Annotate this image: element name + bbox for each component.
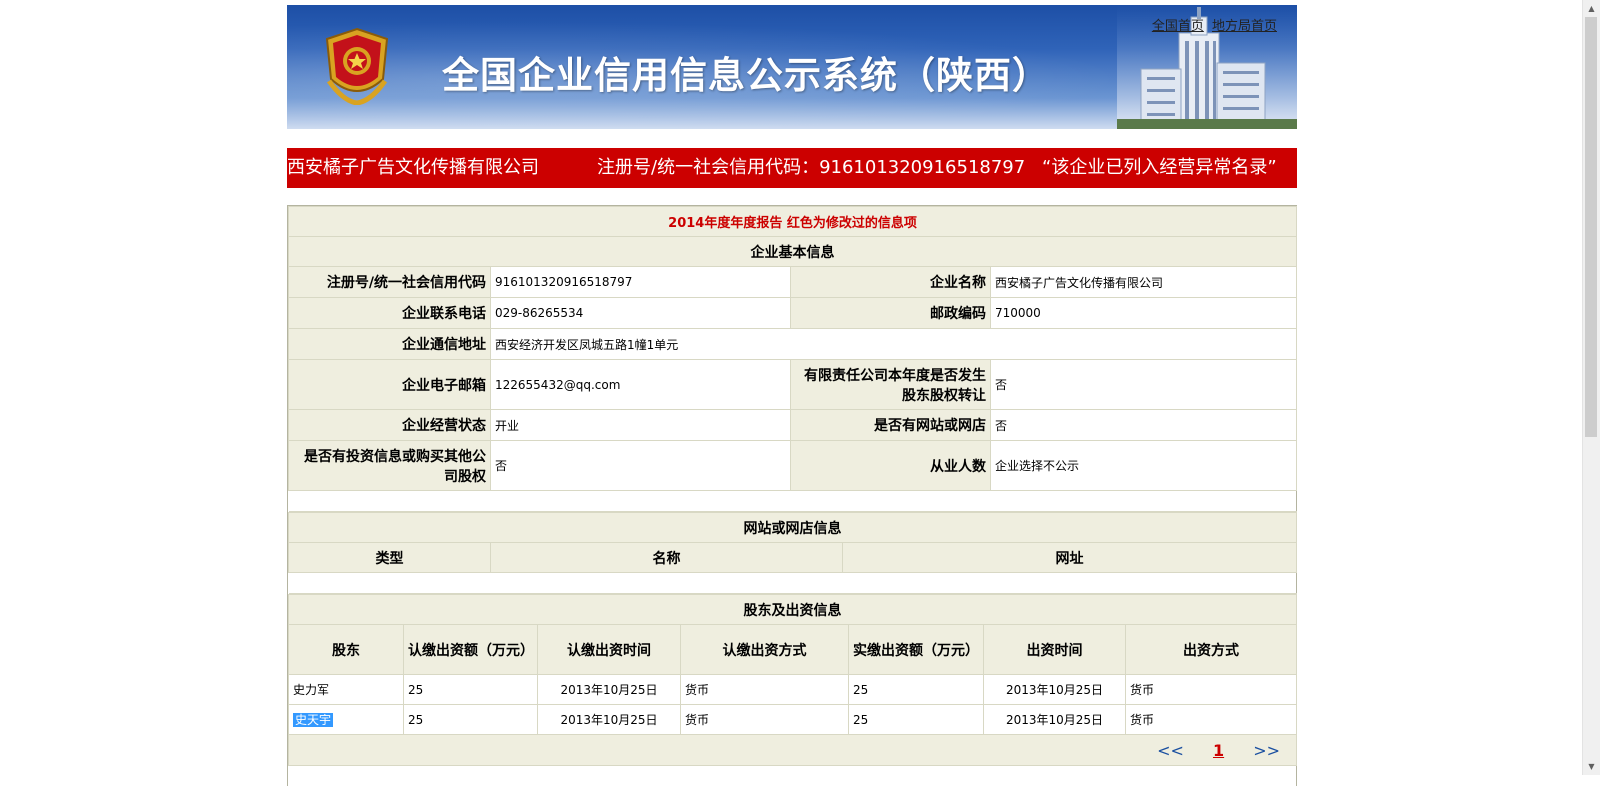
- column-subscribed-date: 认缴出资时间: [537, 624, 681, 675]
- zip-label: 邮政编码: [790, 297, 991, 329]
- table-row: 史力军 25 2013年10月25日 货币 25 2013年10月25日 货币: [288, 674, 1298, 705]
- paid-amount: 25: [848, 674, 984, 705]
- subscribed-amount: 25: [403, 704, 538, 735]
- phone-label: 企业联系电话: [288, 297, 491, 329]
- shareholder-heading: 股东及出资信息: [287, 594, 1298, 625]
- paid-date: 2013年10月25日: [983, 704, 1126, 735]
- annual-report-panel: 2014年度年度报告 红色为修改过的信息项 企业基本信息 注册号/统一社会信用代…: [287, 205, 1298, 786]
- shareholder-table: 股东及出资信息 股东 认缴出资额（万元） 认缴出资时间 认缴出资方式 实缴出资额…: [287, 594, 1298, 766]
- report-title: 2014年度年度报告 红色为修改过的信息项: [287, 206, 1298, 237]
- site-banner: 全国企业信用信息公示系统（陕西） 全国首页 地方局首页: [287, 5, 1297, 129]
- investment-label: 是否有投资信息或购买其他公司股权: [288, 440, 491, 491]
- subscribed-date: 2013年10月25日: [537, 704, 681, 735]
- column-type: 类型: [288, 542, 491, 573]
- paid-method: 货币: [1124, 704, 1298, 735]
- page-wrapper: 全国企业信用信息公示系统（陕西） 全国首页 地方局首页 西安橘子广告文化传播有限…: [287, 5, 1298, 786]
- employees-label: 从业人数: [790, 440, 991, 491]
- column-subscribed-method: 认缴出资方式: [680, 624, 849, 675]
- scrollbar-thumb[interactable]: [1585, 17, 1597, 437]
- page-1-link[interactable]: 1: [1213, 741, 1224, 760]
- registration-code: 注册号/统一社会信用代码：916101320916518797: [597, 157, 1026, 178]
- reg-no-value: 916101320916518797: [490, 266, 791, 298]
- operating-status-value: 开业: [490, 409, 791, 441]
- site-title: 全国企业信用信息公示系统（陕西）: [442, 54, 1050, 97]
- share-transfer-value: 否: [989, 359, 1298, 410]
- company-name-label: 企业名称: [790, 266, 991, 298]
- column-paid-date: 出资时间: [983, 624, 1126, 675]
- email-value: 122655432@qq.com: [490, 359, 791, 410]
- paid-amount: 25: [848, 704, 984, 735]
- shareholder-name-cell: 史天宇: [288, 704, 404, 735]
- column-paid-amount: 实缴出资额（万元）: [848, 624, 984, 675]
- company-name: 西安橘子广告文化传播有限公司: [287, 157, 539, 178]
- subscribed-date: 2013年10月25日: [537, 674, 681, 705]
- paid-date: 2013年10月25日: [983, 674, 1126, 705]
- paid-method: 货币: [1124, 674, 1298, 705]
- column-url: 网址: [841, 542, 1298, 573]
- has-website-label: 是否有网站或网店: [790, 409, 991, 441]
- zip-value: 710000: [989, 297, 1298, 329]
- subscribed-amount: 25: [403, 674, 538, 705]
- top-links: 全国首页 地方局首页: [1148, 15, 1277, 34]
- scroll-up-icon[interactable]: ▲: [1583, 0, 1600, 17]
- prev-page-link[interactable]: <<: [1157, 741, 1184, 760]
- website-info-table: 网站或网店信息 类型 名称 网址: [287, 512, 1298, 594]
- reg-no-label: 注册号/统一社会信用代码: [288, 266, 491, 298]
- table-row: 史天宇 25 2013年10月25日 货币 25 2013年10月25日 货币: [288, 704, 1298, 735]
- next-page-link[interactable]: >>: [1253, 741, 1280, 760]
- subscribed-method: 货币: [680, 674, 849, 705]
- address-value: 西安经济开发区凤城五路1幢1单元: [489, 328, 1298, 360]
- column-subscribed-amount: 认缴出资额（万元）: [403, 624, 538, 675]
- column-paid-method: 出资方式: [1124, 624, 1298, 675]
- vertical-scrollbar[interactable]: ▲ ▼: [1582, 0, 1600, 775]
- has-website-value: 否: [989, 409, 1298, 441]
- abnormal-status-text: “该企业已列入经营异常名录”: [1042, 157, 1277, 178]
- phone-value: 029-86265534: [490, 297, 791, 329]
- national-emblem-icon: [325, 27, 389, 105]
- column-shareholder: 股东: [288, 624, 404, 675]
- basic-info-table: 2014年度年度报告 红色为修改过的信息项 企业基本信息 注册号/统一社会信用代…: [287, 206, 1298, 512]
- email-label: 企业电子邮箱: [288, 359, 491, 410]
- company-status-bar: 西安橘子广告文化传播有限公司 注册号/统一社会信用代码：916101320916…: [287, 148, 1297, 188]
- company-name-value: 西安橘子广告文化传播有限公司: [989, 266, 1298, 298]
- column-name: 名称: [490, 542, 843, 573]
- basic-info-heading: 企业基本信息: [287, 236, 1298, 267]
- address-label: 企业通信地址: [288, 328, 491, 360]
- operating-status-label: 企业经营状态: [288, 409, 491, 441]
- local-bureau-home-link[interactable]: 地方局首页: [1212, 19, 1277, 34]
- shareholder-name: 史力军: [288, 674, 404, 705]
- pagination: << 1 >>: [287, 734, 1298, 766]
- shareholder-name[interactable]: 史天宇: [293, 713, 334, 727]
- website-info-heading: 网站或网店信息: [287, 512, 1298, 543]
- subscribed-method: 货币: [680, 704, 849, 735]
- scroll-down-icon[interactable]: ▼: [1583, 758, 1600, 775]
- employees-value: 企业选择不公示: [989, 440, 1298, 491]
- investment-value: 否: [490, 440, 791, 491]
- national-home-link[interactable]: 全国首页: [1152, 19, 1204, 34]
- share-transfer-label: 有限责任公司本年度是否发生股东股权转让: [790, 359, 991, 410]
